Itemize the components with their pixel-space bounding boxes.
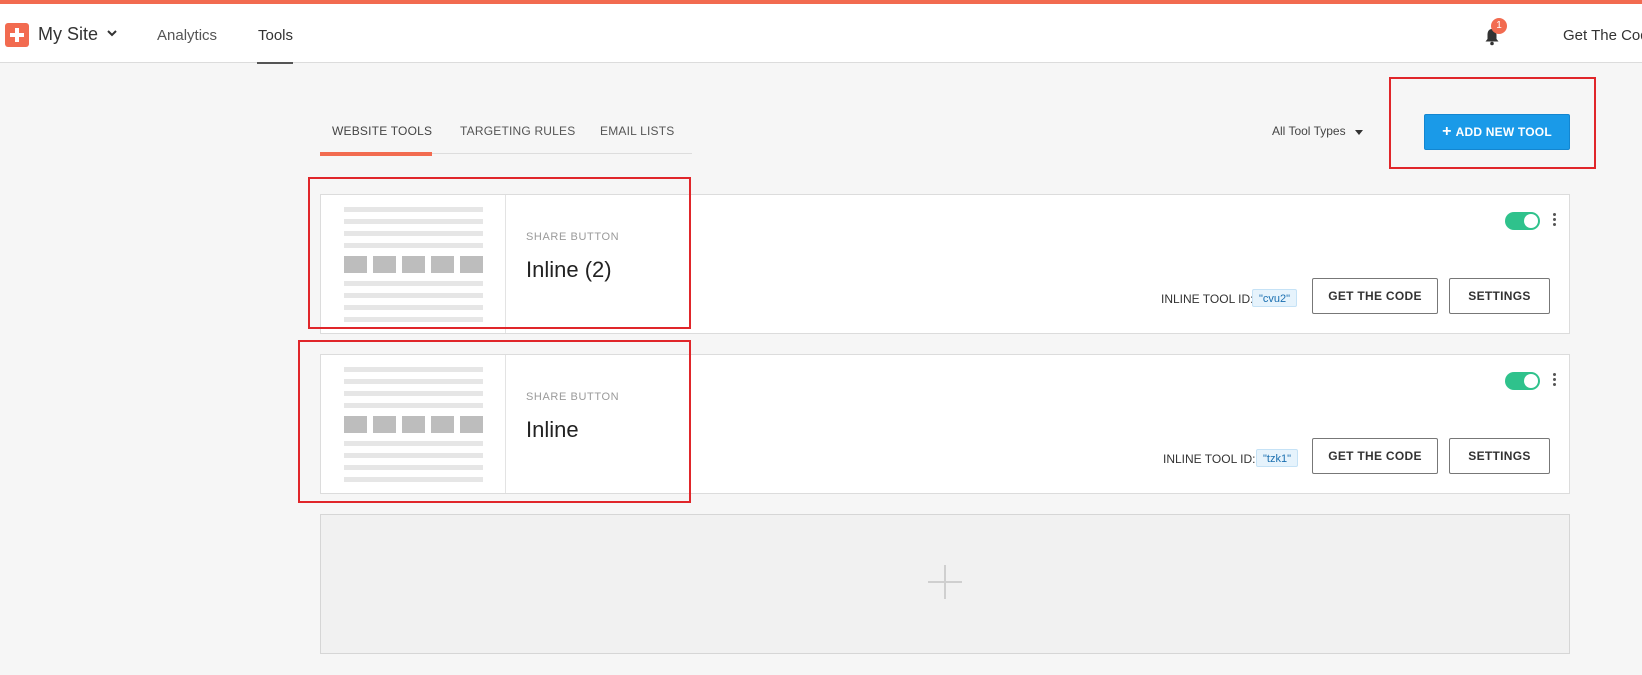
more-options-icon[interactable]: [1553, 373, 1557, 389]
site-logo-icon[interactable]: [5, 23, 29, 47]
tab-email-lists[interactable]: EMAIL LISTS: [600, 124, 674, 138]
top-navbar: My Site Analytics Tools 1 Get The Cod: [0, 4, 1642, 64]
settings-button[interactable]: SETTINGS: [1449, 438, 1550, 474]
tab-website-tools[interactable]: WEBSITE TOOLS: [332, 124, 432, 138]
tool-id-value: "cvu2": [1252, 289, 1298, 307]
more-options-icon[interactable]: [1553, 213, 1557, 229]
get-the-code-link[interactable]: Get The Cod: [1563, 27, 1642, 44]
tools-tabs: WEBSITE TOOLS TARGETING RULES EMAIL LIST…: [320, 100, 692, 156]
tab-targeting-rules[interactable]: TARGETING RULES: [460, 124, 575, 138]
annotation-highlight-card: [308, 177, 691, 329]
nav-tools[interactable]: Tools: [258, 27, 293, 44]
tool-enabled-toggle[interactable]: [1505, 372, 1540, 390]
chevron-down-icon[interactable]: [107, 28, 117, 38]
plus-icon: [944, 565, 946, 599]
notification-count-badge: 1: [1491, 18, 1507, 34]
nav-analytics[interactable]: Analytics: [157, 27, 217, 44]
site-switcher-label[interactable]: My Site: [38, 24, 98, 45]
tool-type-filter[interactable]: All Tool Types: [1272, 124, 1346, 138]
nav-active-underline: [257, 62, 293, 64]
tool-id-label: INLINE TOOL ID:: [1161, 292, 1254, 306]
get-the-code-button[interactable]: GET THE CODE: [1312, 438, 1438, 474]
get-the-code-button[interactable]: GET THE CODE: [1312, 278, 1438, 314]
annotation-highlight-add-button: [1389, 77, 1596, 169]
annotation-highlight-card: [298, 340, 691, 503]
tool-id-value: "tzk1": [1256, 449, 1298, 467]
tool-id-label: INLINE TOOL ID:: [1163, 452, 1256, 466]
caret-down-icon[interactable]: [1355, 130, 1363, 135]
tab-active-indicator: [320, 152, 432, 156]
tool-enabled-toggle[interactable]: [1505, 212, 1540, 230]
settings-button[interactable]: SETTINGS: [1449, 278, 1550, 314]
add-tool-placeholder-card[interactable]: [320, 514, 1570, 654]
